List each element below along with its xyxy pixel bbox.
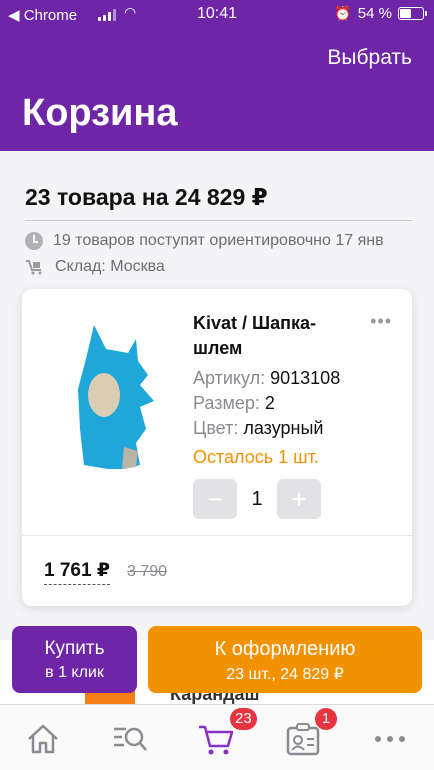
cart-badge: 23 [230,708,257,730]
more-options-icon[interactable]: ••• [370,311,392,332]
checkout-label: К оформлению [214,638,356,660]
card-divider [22,535,412,536]
battery-icon [398,7,427,20]
item-price[interactable]: 1 761 ₽ [44,559,111,585]
tab-cart[interactable] [196,719,236,759]
delivery-note: 19 товаров поступят ориентировочно 17 ян… [25,232,384,250]
page-title: Корзина [22,92,178,134]
home-icon [28,724,58,754]
increase-button[interactable]: + [277,479,321,519]
cart-item-card: Kivat / Шапка-шлем ••• Артикул: 9013108 … [22,289,412,606]
size-label: Размер: [193,393,260,413]
select-button[interactable]: Выбрать [327,46,412,70]
warehouse-text: Склад: Москва [55,258,165,275]
tab-bar [0,704,434,770]
more-icon [375,736,405,742]
divider [25,220,412,221]
profile-badge: 1 [315,708,337,730]
article-value: 9013108 [270,368,341,388]
color-row: Цвет: лазурный [193,418,323,439]
tab-search[interactable] [110,719,150,759]
size-value: 2 [264,393,275,413]
quantity-stepper: − 1 + [193,479,321,519]
product-image[interactable] [66,319,166,479]
item-old-price: 3 790 [127,563,168,580]
product-name[interactable]: Kivat / Шапка-шлем [193,311,353,361]
app-header: ◀ Chrome ◠ 10:41 ⏰ 54 % Выбрать Корзина [0,0,434,151]
color-value: лазурный [243,418,324,438]
cart-summary: 23 товара на 24 829 ₽ [25,184,268,210]
quantity-value: 1 [251,487,263,510]
decrease-button[interactable]: − [193,479,237,519]
warehouse-cart-icon [25,259,45,275]
tab-home[interactable] [23,719,63,759]
color-label: Цвет: [193,418,239,438]
checkout-button[interactable]: К оформлению 23 шт., 24 829 ₽ [148,626,422,693]
search-icon [114,727,147,751]
checkout-sublabel: 23 шт., 24 829 ₽ [226,666,344,683]
buy-one-click-button[interactable]: Купить в 1 клик [12,626,137,693]
delivery-text: 19 товаров поступят ориентировочно 17 ян… [53,232,384,249]
buy-label: Купить [44,638,105,659]
size-row: Размер: 2 [193,393,275,414]
battery-percent: 54 % [357,5,392,22]
alarm-icon: ⏰ [334,5,352,21]
clock-icon [25,232,43,250]
cart-icon [199,725,234,755]
status-bar: ◀ Chrome ◠ 10:41 ⏰ 54 % [0,0,434,28]
buy-sublabel: в 1 клик [45,664,104,681]
stock-note: Осталось 1 шт. [193,447,319,467]
article-label: Артикул: [193,368,266,388]
article-row: Артикул: 9013108 [193,368,340,389]
warehouse-note: Склад: Москва [25,258,165,276]
tab-more[interactable] [370,719,410,759]
